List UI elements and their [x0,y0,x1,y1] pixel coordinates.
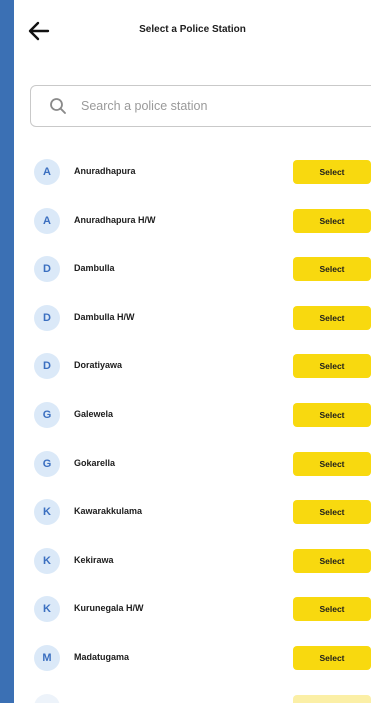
station-name: Galewela [74,408,114,419]
station-initial-avatar: D [34,304,60,331]
station-name: Dambulla H/W [74,311,135,322]
station-name: Dambulla [74,263,115,274]
station-name: Kurunegala H/W [74,603,144,614]
select-button[interactable]: Select [293,402,371,427]
station-initial-avatar: G [34,450,60,477]
search-input[interactable] [81,86,361,126]
station-row[interactable]: A Anuradhapura H/W Select [14,198,371,247]
select-button[interactable]: Select [293,208,371,233]
station-row[interactable]: M Madatugama Select [14,635,371,684]
select-button[interactable]: Select [293,500,371,525]
station-initial-avatar: D [34,353,60,380]
station-initial-avatar [34,693,60,703]
station-row[interactable]: K Kawarakkulama Select [14,489,371,538]
station-initial-avatar: K [34,499,60,526]
station-row[interactable]: K Kekirawa Select [14,538,371,587]
station-row[interactable]: G Galewela Select [14,392,371,441]
select-button[interactable]: Select [293,645,371,670]
select-button[interactable]: Select [293,305,371,330]
station-initial-avatar: D [34,256,60,283]
select-button[interactable]: Select [293,160,371,184]
select-button[interactable] [293,694,371,703]
station-initial-avatar: G [34,401,60,428]
station-name: Anuradhapura [74,166,136,176]
app-screen: Select a Police Station A Anuradhapura Sel… [14,0,371,703]
station-row-partial[interactable] [14,684,371,703]
station-row[interactable]: G Gokarella Select [14,441,371,490]
station-initial-avatar: K [34,596,60,623]
station-name: Madatugama [74,651,130,662]
station-initial-avatar: K [34,547,60,574]
select-button[interactable]: Select [293,451,371,476]
station-initial-avatar: M [34,644,60,671]
station-name: Anuradhapura H/W [74,214,156,225]
station-row[interactable]: D Dambulla H/W Select [14,295,371,344]
page-title: Select a Police Station [139,24,246,35]
station-row[interactable]: A Anuradhapura Select [14,149,371,198]
station-row[interactable]: D Doratiyawa Select [14,343,371,392]
station-initial-avatar: A [34,159,60,185]
station-name: Doratiyawa [74,360,123,371]
header: Select a Police Station [14,0,371,62]
select-button[interactable]: Select [293,354,371,379]
search-box[interactable] [30,85,371,127]
station-row[interactable]: K Kurunegala H/W Select [14,586,371,635]
station-list: A Anuradhapura Select A Anuradhapura H/W Sele… [14,149,371,703]
station-name: Kekirawa [74,554,114,565]
search-icon [50,98,66,114]
station-name: Kawarakkulama [74,506,143,517]
station-name: Gokarella [74,457,116,468]
select-button[interactable]: Select [293,597,371,622]
station-initial-avatar: A [34,207,60,234]
station-row[interactable]: D Dambulla Select [14,246,371,295]
select-button[interactable]: Select [293,548,371,573]
select-button[interactable]: Select [293,257,371,282]
